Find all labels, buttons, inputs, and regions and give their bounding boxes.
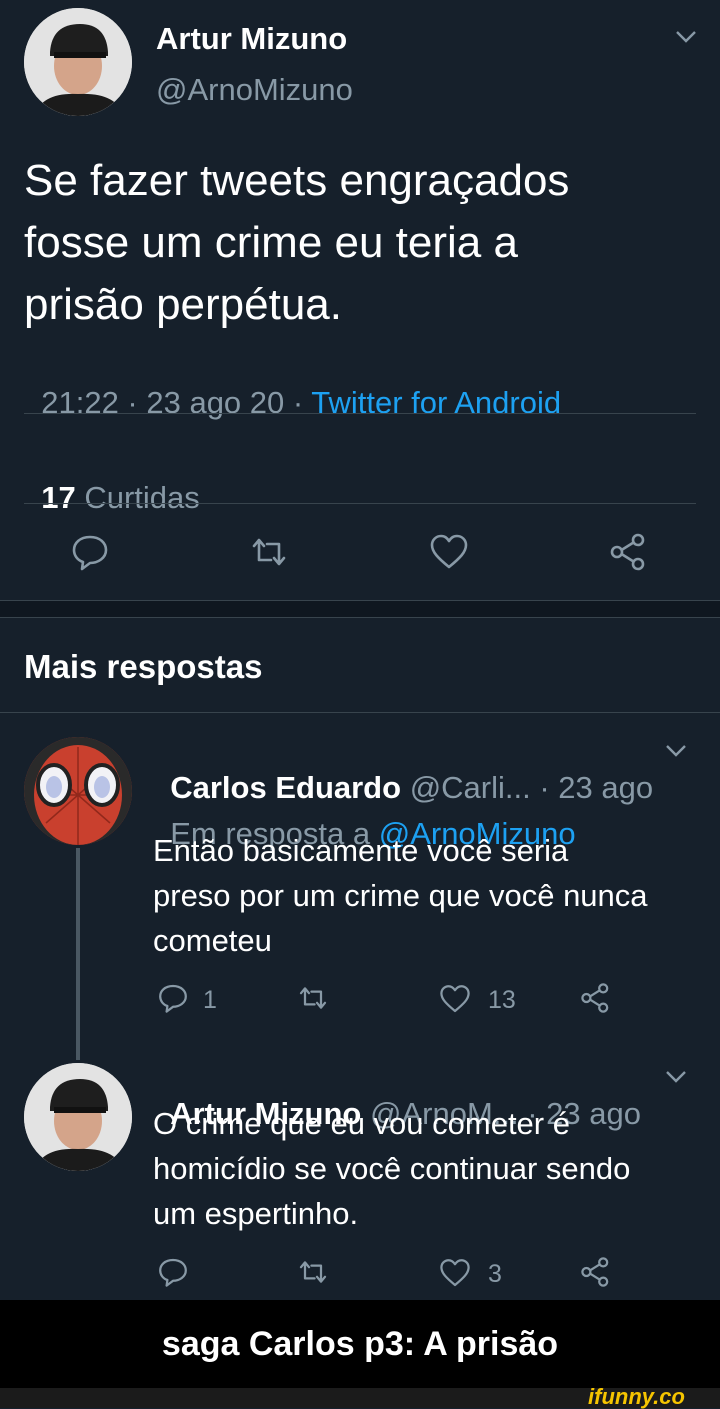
tweet-text-line: Se fazer tweets engraçados: [24, 156, 570, 205]
ifunny-watermark: ifunny.co: [588, 1384, 685, 1409]
like-icon[interactable]: [428, 532, 470, 572]
author-name[interactable]: Artur Mizuno: [156, 21, 347, 57]
reply-text-line: um espertinho.: [153, 1196, 359, 1231]
reply-text-line: cometeu: [153, 923, 272, 958]
share-icon[interactable]: [608, 532, 650, 572]
likes-row[interactable]: 17 Curtidas: [24, 444, 200, 516]
divider: [0, 712, 720, 713]
section-separator: [0, 600, 720, 618]
reply-count: 1: [203, 986, 217, 1014]
chevron-down-icon[interactable]: [674, 28, 698, 46]
tweet-source-link[interactable]: Twitter for Android: [311, 385, 561, 420]
like-icon[interactable]: [438, 1257, 472, 1289]
reply-text: O crime que eu vou cometer é homicídio s…: [153, 1101, 630, 1236]
reply-text-line: preso por um crime que você nunca: [153, 878, 648, 913]
tweet-text: Se fazer tweets engraçados fosse um crim…: [24, 150, 569, 336]
reply-icon[interactable]: [70, 532, 110, 572]
reply-avatar[interactable]: [24, 737, 132, 845]
retweet-icon[interactable]: [296, 1256, 330, 1288]
reply-text-line: O crime que eu vou cometer é: [153, 1106, 570, 1141]
caption-bar: saga Carlos p3: A prisão: [0, 1300, 720, 1388]
thread-line: [76, 848, 80, 1060]
share-icon[interactable]: [579, 1256, 613, 1288]
likes-count: 17: [41, 480, 76, 515]
likes-label: Curtidas: [84, 480, 200, 515]
divider: [24, 503, 696, 504]
tweet-text-line: prisão perpétua.: [24, 280, 342, 329]
author-avatar[interactable]: [24, 8, 132, 116]
reply-icon[interactable]: [157, 1256, 189, 1288]
chevron-down-icon[interactable]: [664, 1068, 688, 1086]
reply-text: Então basicamente você seria preso por u…: [153, 828, 648, 963]
tweet-timestamp: 21:22 · 23 ago 20 ·: [41, 385, 312, 420]
reply-icon[interactable]: [157, 982, 189, 1014]
like-count: 13: [488, 986, 516, 1014]
divider: [24, 413, 696, 414]
avatar-photo: [24, 1063, 132, 1171]
like-count: 3: [488, 1260, 502, 1288]
chevron-down-icon[interactable]: [664, 742, 688, 760]
retweet-icon[interactable]: [296, 982, 330, 1014]
tweet-meta: 21:22 · 23 ago 20 · Twitter for Android: [24, 349, 561, 421]
author-handle[interactable]: @ArnoMizuno: [156, 72, 353, 108]
avatar-photo: [24, 737, 132, 845]
like-icon[interactable]: [438, 983, 472, 1015]
reply-text-line: Então basicamente você seria: [153, 833, 569, 868]
tweet-text-line: fosse um crime eu teria a: [24, 218, 518, 267]
caption-text: saga Carlos p3: A prisão: [161, 1325, 559, 1363]
reply-text-line: homicídio se você continuar sendo: [153, 1151, 631, 1186]
retweet-icon[interactable]: [248, 532, 290, 572]
share-icon[interactable]: [579, 982, 613, 1014]
avatar-photo: [24, 8, 132, 116]
reply-avatar[interactable]: [24, 1063, 132, 1171]
more-replies-header: Mais respostas: [24, 648, 263, 685]
